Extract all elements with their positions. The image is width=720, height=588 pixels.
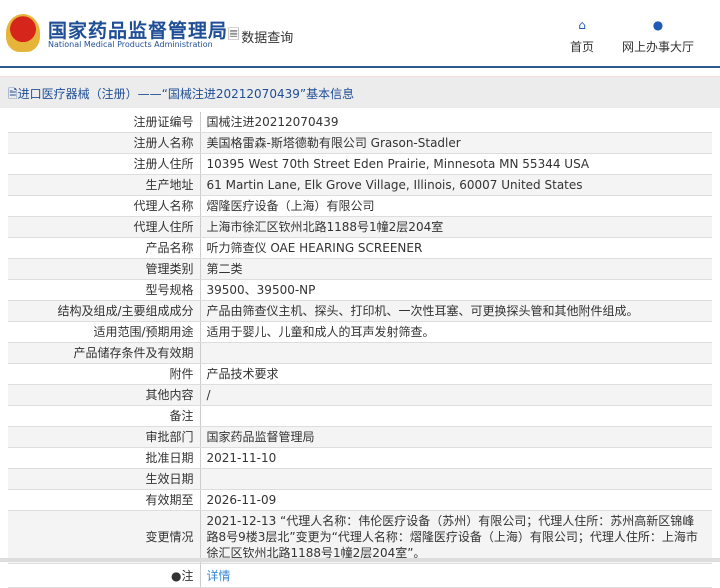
row-value: 国械注进20212070439 — [200, 112, 712, 133]
table-row-note: ●注 详情 — [8, 563, 712, 588]
table-row: 型号规格 39500、39500-NP — [8, 279, 712, 301]
table-row: 生效日期 — [8, 468, 712, 490]
row-label: 适用范围/预期用途 — [8, 321, 201, 343]
table-row: 结构及组成/主要组成成分 产品由筛查仪主机、探头、打印机、一次性耳塞、可更换探头管… — [8, 300, 712, 322]
logo-title[interactable]: 国家药品监督管理局 — [48, 16, 228, 43]
table-row: 管理类别 第二类 — [8, 258, 712, 280]
row-value: 产品由筛查仪主机、探头、打印机、一次性耳塞、可更换探头管和其他附件组成。 — [200, 300, 712, 322]
row-value: 2021-11-10 — [200, 447, 712, 469]
table-row: 注册证编号 国械注进20212070439 — [8, 112, 712, 133]
table-row: 备注 — [8, 405, 712, 427]
row-label: 审批部门 — [8, 426, 201, 448]
row-label: 变更情况 — [8, 510, 201, 564]
user-icon: ● — [652, 18, 664, 32]
details-link[interactable]: 详情 — [207, 569, 231, 583]
row-label: 注册人名称 — [8, 132, 201, 154]
row-label: 备注 — [8, 405, 201, 427]
row-label: 型号规格 — [8, 279, 201, 301]
data-query-label: 数据查询 — [241, 30, 294, 46]
site-header: 国家药品监督管理局 National Medical Products Admi… — [0, 0, 720, 68]
breadcrumb-text: 进口医疗器械（注册）——“国械注进20212070439”基本信息 — [17, 87, 355, 101]
table-row: 审批部门 国家药品监督管理局 — [8, 426, 712, 448]
table-row: 批准日期 2021-11-10 — [8, 447, 712, 469]
nav-home-label: 首页 — [570, 40, 595, 54]
note-label: 注 — [181, 568, 194, 583]
row-value: 2026-11-09 — [200, 489, 712, 511]
logo-subtitle: National Medical Products Administration — [48, 40, 213, 49]
row-value: 39500、39500-NP — [200, 279, 712, 301]
table-row: 生产地址 61 Martin Lane, Elk Grove Village, I… — [8, 174, 712, 196]
table-row: 注册人名称 美国格雷森-斯塔德勒有限公司 Grason-Stadler — [8, 132, 712, 154]
row-label: 生效日期 — [8, 468, 201, 490]
row-value: 适用于婴儿、儿童和成人的耳声发射筛查。 — [200, 321, 712, 343]
document-search-icon: 🗏 — [228, 27, 240, 43]
row-label: 附件 — [8, 363, 201, 385]
home-icon: ⌂ — [578, 18, 586, 32]
row-label: 其他内容 — [8, 384, 201, 406]
row-value: 产品技术要求 — [200, 363, 712, 385]
row-value: 10395 West 70th Street Eden Prairie, Min… — [200, 153, 712, 175]
nav-home[interactable]: ⌂ 首页 — [570, 18, 594, 55]
row-value — [200, 342, 712, 364]
table-row: 适用范围/预期用途 适用于婴儿、儿童和成人的耳声发射筛查。 — [8, 321, 712, 343]
row-value: 听力筛查仪 OAE HEARING SCREENER — [200, 237, 712, 259]
table-row: 注册人住所 10395 West 70th Street Eden Prairie… — [8, 153, 712, 175]
table-row: 产品名称 听力筛查仪 OAE HEARING SCREENER — [8, 237, 712, 259]
table-row: 代理人名称 熠隆医疗设备（上海）有限公司 — [8, 195, 712, 217]
row-label: 管理类别 — [8, 258, 201, 280]
row-value: 熠隆医疗设备（上海）有限公司 — [200, 195, 712, 217]
national-emblem-logo — [6, 14, 40, 52]
table-row: 产品储存条件及有效期 — [8, 342, 712, 364]
row-label: 注册证编号 — [8, 112, 201, 133]
row-value: 上海市徐汇区钦州北路1188号1幢2层204室 — [200, 216, 712, 238]
table-row: 附件 产品技术要求 — [8, 363, 712, 385]
row-label: 有效期至 — [8, 489, 201, 511]
row-value: 美国格雷森-斯塔德勒有限公司 Grason-Stadler — [200, 132, 712, 154]
table-row: 代理人住所 上海市徐汇区钦州北路1188号1幢2层204室 — [8, 216, 712, 238]
row-label: 产品名称 — [8, 237, 201, 259]
row-label: 生产地址 — [8, 174, 201, 196]
pin-icon: ● — [171, 568, 182, 583]
nav-online-hall[interactable]: ● 网上办事大厅 — [622, 18, 694, 55]
row-value: / — [200, 384, 712, 406]
table-row: 其他内容 / — [8, 384, 712, 406]
row-label: 注册人住所 — [8, 153, 201, 175]
nav-online-hall-label: 网上办事大厅 — [622, 40, 695, 54]
breadcrumb: 🗎进口医疗器械（注册）——“国械注进20212070439”基本信息 — [0, 76, 720, 108]
row-value — [200, 468, 712, 490]
row-value: 第二类 — [200, 258, 712, 280]
table-row: 变更情况 2021-12-13 “代理人名称：伟伦医疗设备（苏州）有限公司；代理人… — [8, 510, 712, 564]
data-query-link[interactable]: 🗏 数据查询 — [228, 24, 293, 48]
row-label: 代理人住所 — [8, 216, 201, 238]
scrollbar-track[interactable] — [0, 558, 720, 562]
row-label: 批准日期 — [8, 447, 201, 469]
document-icon: 🗎 — [8, 87, 18, 101]
row-value: 2021-12-13 “代理人名称：伟伦医疗设备（苏州）有限公司；代理人住所：苏… — [200, 510, 712, 564]
row-label: 结构及组成/主要组成成分 — [8, 300, 201, 322]
row-value: 61 Martin Lane, Elk Grove Village, Illin… — [200, 174, 712, 196]
info-table: 注册证编号 国械注进20212070439 注册人名称 美国格雷森-斯塔德勒有限公司 … — [8, 112, 712, 588]
row-label: ●注 — [8, 563, 201, 588]
row-label: 产品储存条件及有效期 — [8, 342, 201, 364]
row-value — [200, 405, 712, 427]
row-label: 代理人名称 — [8, 195, 201, 217]
table-row: 有效期至 2026-11-09 — [8, 489, 712, 511]
row-value: 国家药品监督管理局 — [200, 426, 712, 448]
